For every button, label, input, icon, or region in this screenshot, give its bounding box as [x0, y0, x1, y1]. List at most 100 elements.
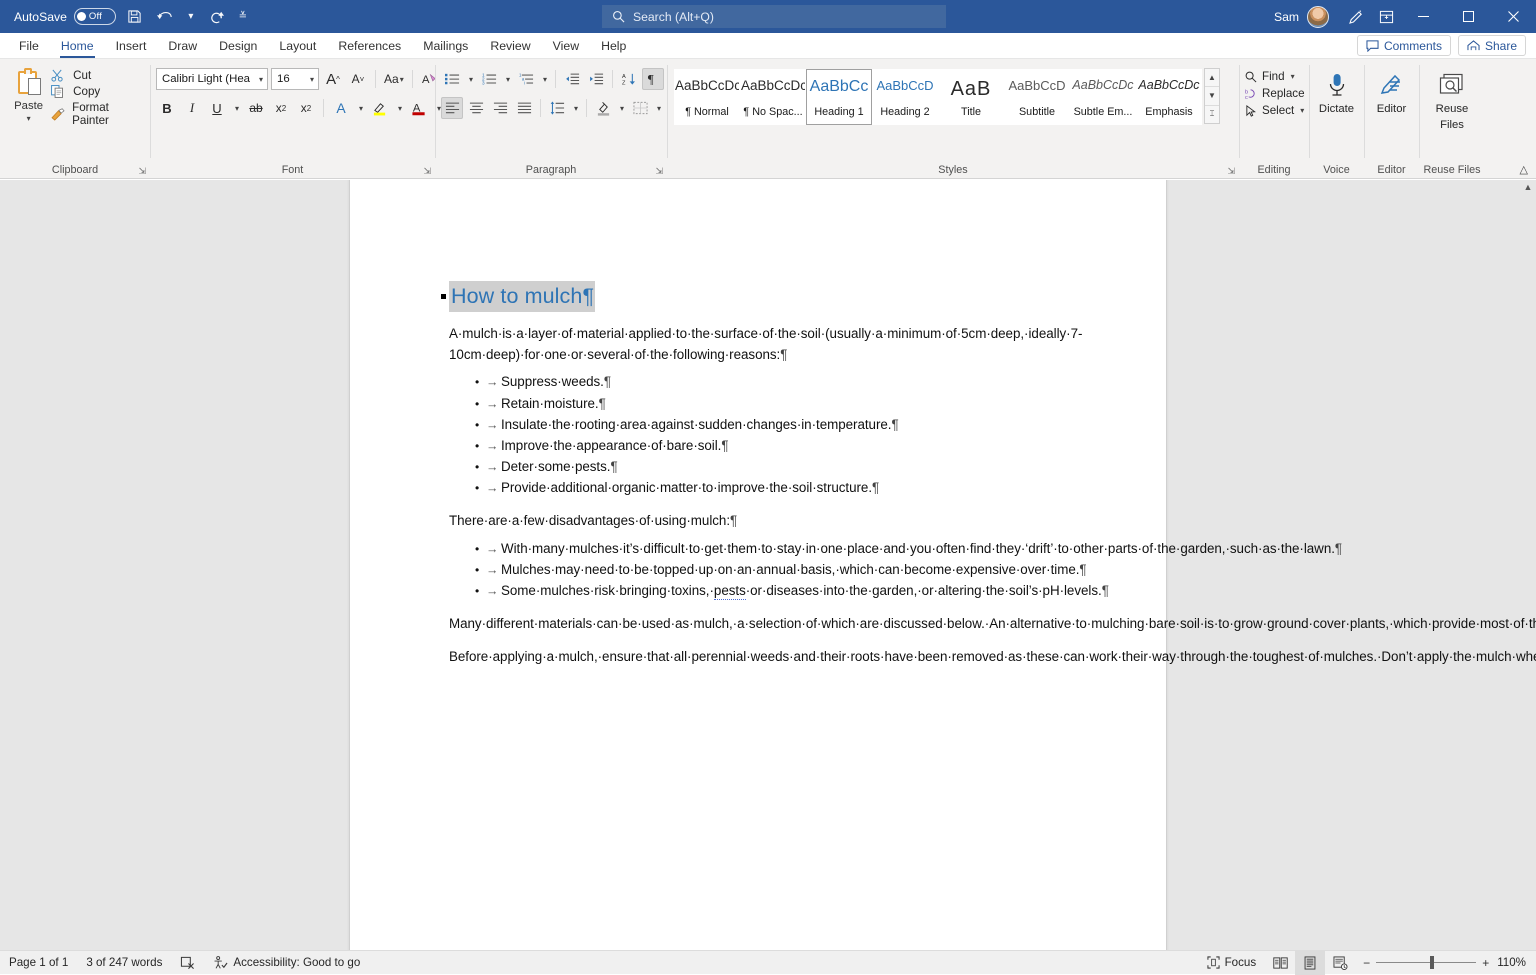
styles-gallery-scrollbar[interactable]: ▲ ▼ ⌶ — [1204, 68, 1220, 124]
chevron-down-icon[interactable]: ▾ — [27, 114, 31, 123]
customize-quick-access-icon[interactable]: ≚ — [232, 4, 254, 30]
style-subtitle[interactable]: AaBbCcD Subtitle — [1004, 69, 1070, 125]
grammar-flagged-word[interactable]: pests — [714, 583, 746, 600]
highlight-dropdown-caret[interactable]: ▾ — [394, 97, 405, 119]
underline-button[interactable]: U — [206, 97, 228, 119]
change-case-button[interactable]: Aa▾ — [382, 68, 406, 90]
list-item[interactable]: •→Mulches·may·need·to·be·topped·up·on·an… — [449, 560, 1074, 581]
zoom-level[interactable]: 110% — [1497, 956, 1536, 969]
numbered-list-dropdown-caret[interactable]: ▾ — [502, 68, 513, 90]
redo-icon[interactable] — [202, 4, 232, 30]
strikethrough-icon[interactable]: ab — [245, 97, 267, 119]
sort-az-icon[interactable]: AZ — [618, 68, 640, 90]
share-button[interactable]: Share — [1458, 35, 1526, 56]
list-item[interactable]: •→Retain·moisture.¶ — [449, 394, 1074, 415]
scroll-up-icon[interactable]: ▲ — [1205, 69, 1219, 87]
font-size-combo[interactable]: 16 ▾ — [271, 68, 319, 90]
tab-help[interactable]: Help — [590, 34, 637, 58]
copy-button[interactable]: Copy — [51, 85, 144, 98]
ribbon-display-options-icon[interactable] — [1371, 4, 1401, 30]
find-button[interactable]: Find ▾ — [1245, 70, 1305, 83]
superscript-button[interactable]: x2 — [295, 97, 317, 119]
zoom-slider-handle[interactable] — [1430, 956, 1434, 969]
word-count[interactable]: 3 of 247 words — [77, 951, 171, 975]
text-effects-dropdown-caret[interactable]: ▾ — [355, 97, 366, 119]
pen-annotate-icon[interactable] — [1341, 4, 1371, 30]
justify-icon[interactable] — [513, 97, 535, 119]
cut-button[interactable]: Cut — [51, 69, 144, 82]
find-dropdown-caret[interactable]: ▾ — [1291, 72, 1295, 81]
style-subtle-emphasis[interactable]: AaBbCcDc Subtle Em... — [1070, 69, 1136, 125]
borders-dropdown-caret[interactable]: ▾ — [653, 97, 664, 119]
tab-review[interactable]: Review — [479, 34, 541, 58]
list-item[interactable]: •→Provide·additional·organic·matter·to·i… — [449, 478, 1074, 499]
font-dialog-launcher-icon[interactable]: ⇲ — [423, 163, 431, 179]
show-formatting-marks-icon[interactable]: ¶ — [642, 68, 664, 90]
list-item[interactable]: •→Suppress·weeds.¶ — [449, 372, 1074, 393]
materials-paragraph[interactable]: Many·different·materials·can·be·used·as·… — [449, 614, 1074, 635]
intro-paragraph[interactable]: A·mulch·is·a·layer·of·material·applied·t… — [449, 324, 1074, 365]
zoom-out-button[interactable]: − — [1363, 956, 1370, 970]
grow-font-icon[interactable]: A^ — [322, 68, 344, 90]
close-button[interactable] — [1491, 0, 1536, 33]
bold-button[interactable]: B — [156, 97, 178, 119]
proofing-errors-icon[interactable] — [171, 951, 204, 975]
underline-dropdown-caret[interactable]: ▾ — [231, 97, 242, 119]
shading-icon[interactable] — [592, 97, 614, 119]
numbered-list-icon[interactable]: 123 — [478, 68, 500, 90]
italic-button[interactable]: I — [181, 97, 203, 119]
borders-icon[interactable] — [629, 97, 651, 119]
undo-dropdown-caret[interactable]: ▾ — [180, 4, 202, 30]
tab-mailings[interactable]: Mailings — [412, 34, 479, 58]
more-styles-icon[interactable]: ⌶ — [1205, 106, 1219, 123]
reuse-files-button[interactable]: Reuse Files — [1425, 64, 1479, 132]
focus-mode-button[interactable]: Focus — [1198, 951, 1266, 975]
list-item[interactable]: •→Insulate·the·rooting·area·against·sudd… — [449, 415, 1074, 436]
align-right-icon[interactable] — [489, 97, 511, 119]
tab-draw[interactable]: Draw — [157, 34, 208, 58]
tab-insert[interactable]: Insert — [105, 34, 158, 58]
style-heading-1[interactable]: AaBbCc Heading 1 — [806, 69, 872, 125]
highlight-color-icon[interactable] — [369, 97, 391, 119]
select-dropdown-caret[interactable]: ▾ — [1300, 106, 1304, 115]
zoom-slider[interactable]: − + — [1355, 956, 1497, 970]
page-indicator[interactable]: Page 1 of 1 — [0, 951, 77, 975]
list-item[interactable]: •→With·many·mulches·it’s·difficult·to·ge… — [449, 539, 1074, 560]
collapse-ribbon-icon[interactable]: △ — [1520, 163, 1528, 176]
tab-references[interactable]: References — [327, 34, 412, 58]
tab-home[interactable]: Home — [50, 34, 105, 58]
multilevel-list-dropdown-caret[interactable]: ▾ — [539, 68, 550, 90]
replace-button[interactable]: bc Replace — [1245, 87, 1305, 100]
avatar[interactable] — [1307, 6, 1329, 28]
list-item[interactable]: •→Deter·some·pests.¶ — [449, 457, 1074, 478]
dictate-button[interactable]: Dictate — [1315, 64, 1358, 116]
line-spacing-icon[interactable] — [546, 97, 568, 119]
tab-view[interactable]: View — [542, 34, 590, 58]
font-name-combo[interactable]: Calibri Light (Hea ▾ — [156, 68, 268, 90]
align-left-icon[interactable] — [441, 97, 463, 119]
style-normal[interactable]: AaBbCcDc ¶ Normal — [674, 69, 740, 125]
bullet-list-icon[interactable] — [441, 68, 463, 90]
shading-dropdown-caret[interactable]: ▾ — [616, 97, 627, 119]
autosave-switch[interactable]: Off — [74, 8, 116, 25]
read-mode-icon[interactable] — [1265, 951, 1295, 975]
undo-icon[interactable] — [150, 4, 180, 30]
styles-dialog-launcher-icon[interactable]: ⇲ — [1227, 163, 1235, 179]
accessibility-status[interactable]: Accessibility: Good to go — [204, 951, 369, 975]
align-center-icon[interactable] — [465, 97, 487, 119]
shrink-font-icon[interactable]: A˅ — [347, 68, 369, 90]
list-item[interactable]: •→Some·mulches·risk·bringing·toxins,·pes… — [449, 581, 1074, 602]
minimize-button[interactable] — [1401, 0, 1446, 33]
style-emphasis[interactable]: AaBbCcDc Emphasis — [1136, 69, 1202, 125]
multilevel-list-icon[interactable]: 1ai — [515, 68, 537, 90]
autosave-toggle-group[interactable]: AutoSave Off — [14, 8, 116, 25]
line-spacing-dropdown-caret[interactable]: ▾ — [570, 97, 581, 119]
tab-design[interactable]: Design — [208, 34, 268, 58]
web-layout-icon[interactable] — [1325, 951, 1355, 975]
save-icon[interactable] — [120, 4, 150, 30]
bullet-list-dropdown-caret[interactable]: ▾ — [465, 68, 476, 90]
format-painter-button[interactable]: Format Painter — [51, 101, 144, 127]
disadvantages-lead-paragraph[interactable]: There·are·a·few·disadvantages·of·using·m… — [449, 511, 1074, 532]
zoom-in-button[interactable]: + — [1482, 956, 1489, 970]
zoom-slider-track[interactable] — [1376, 962, 1476, 963]
